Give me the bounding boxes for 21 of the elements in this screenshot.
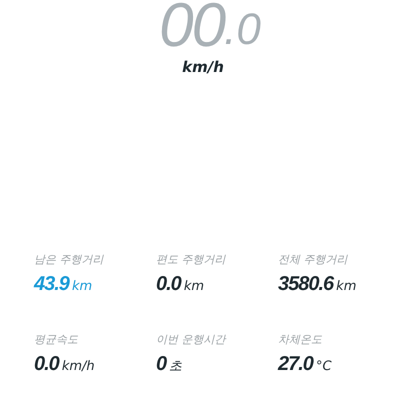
stat-value: 27.0 xyxy=(278,353,313,376)
stat-unit: km xyxy=(72,279,92,294)
stat-value: 0.0 xyxy=(34,353,59,376)
stat-unit: km xyxy=(336,279,356,294)
stat-unit: km/h xyxy=(62,359,95,374)
stat-unit: km xyxy=(184,279,204,294)
stat-label: 이번 운행시간 xyxy=(156,332,228,347)
stat-label: 평균속도 xyxy=(34,332,79,347)
stat-value: 0.0 xyxy=(156,273,181,296)
stat-value: 43.9 xyxy=(34,273,69,296)
speed-unit: km/h xyxy=(182,58,224,76)
stat-value: 3580.6 xyxy=(278,273,334,296)
speed-decimal: .0 xyxy=(224,8,261,52)
stat-value: 0 xyxy=(156,353,166,376)
stat-label: 편도 주행거리 xyxy=(156,252,227,267)
stat-label: 남은 주행거리 xyxy=(34,252,105,267)
stat-unit: 초 xyxy=(169,358,182,375)
stat-label: 전체 주행거리 xyxy=(278,252,349,267)
stat-unit: °C xyxy=(316,359,332,374)
speed-value: 00 xyxy=(159,0,224,52)
stat-label: 차체온도 xyxy=(278,332,323,347)
